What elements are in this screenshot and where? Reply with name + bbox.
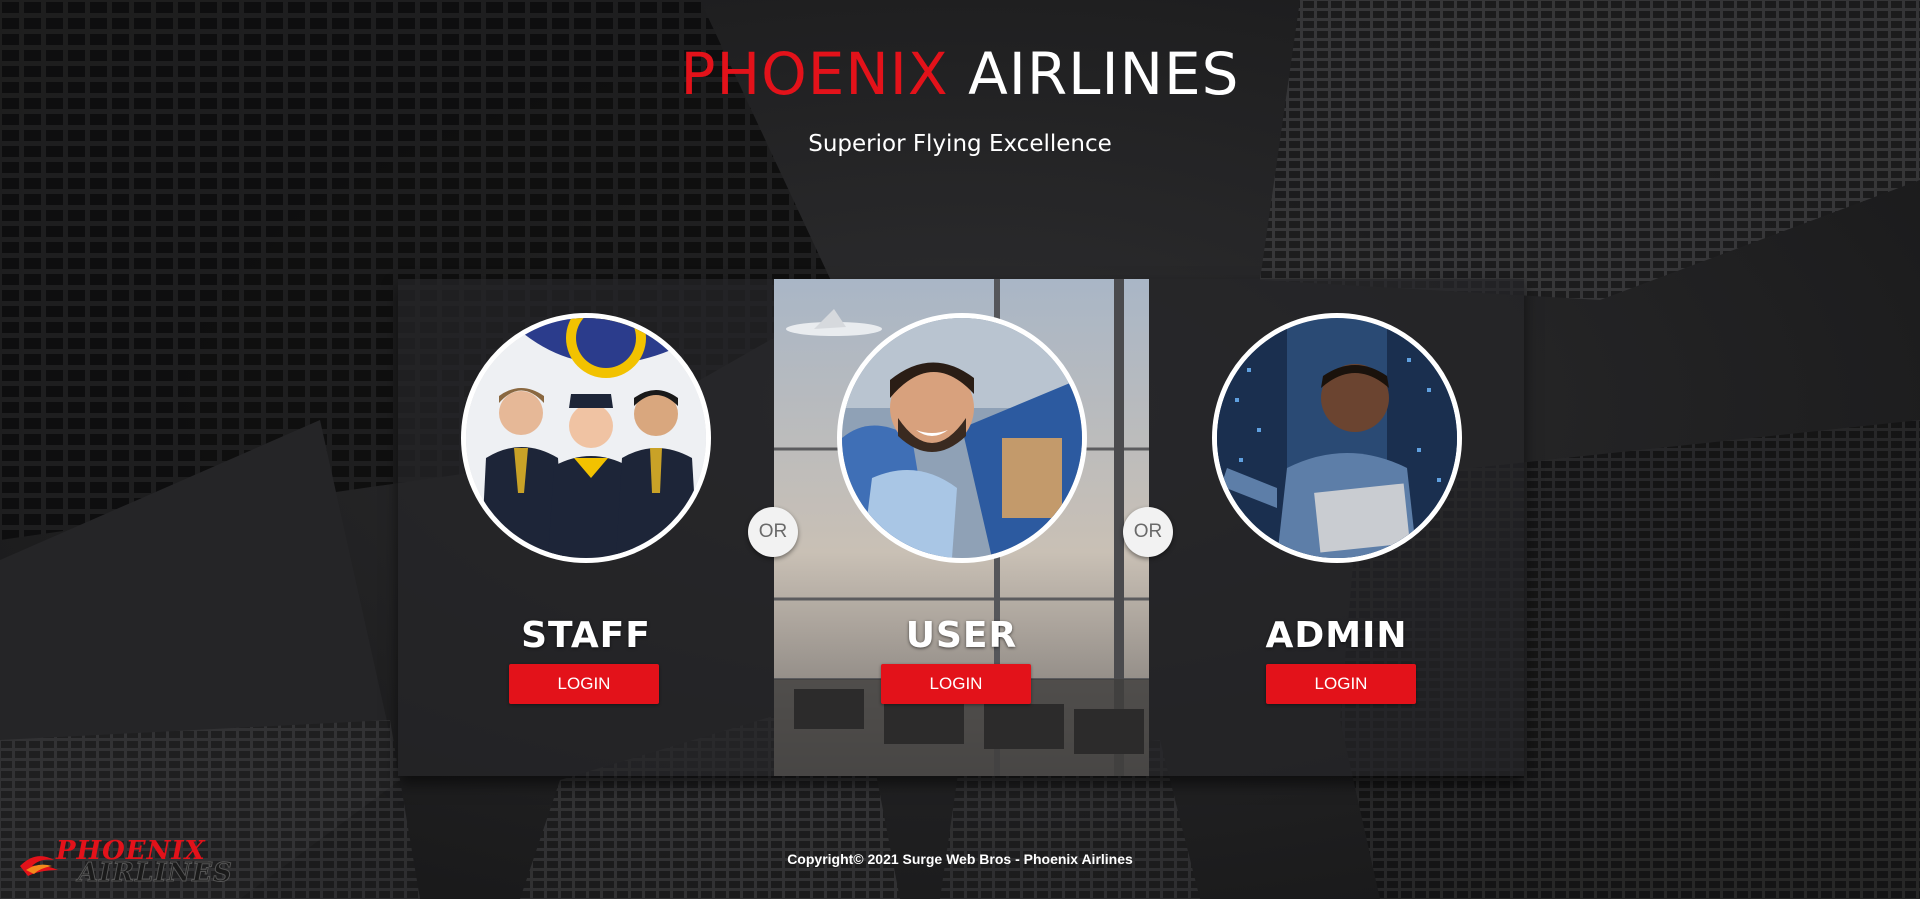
staff-role-title: STAFF — [521, 615, 651, 656]
user-login-button[interactable]: LOGIN — [881, 664, 1031, 704]
user-card: USER LOGIN — [774, 279, 1149, 776]
page-title: PHOENIX AIRLINES — [0, 40, 1920, 108]
tagline: Superior Flying Excellence — [808, 131, 1112, 157]
user-photo — [837, 313, 1087, 563]
admin-login-button[interactable]: LOGIN — [1266, 664, 1416, 704]
brand-secondary: AIRLINES — [968, 40, 1240, 108]
login-panel: STAFF LOGIN USER LOGIN ADMIN LOGIN — [398, 279, 1524, 776]
phoenix-logo[interactable]: PHOENIX AIRLINES — [18, 836, 232, 892]
admin-photo — [1212, 313, 1462, 563]
admin-card: ADMIN LOGIN — [1149, 279, 1524, 776]
staff-card: STAFF LOGIN — [398, 279, 774, 776]
brand-primary: PHOENIX — [680, 40, 949, 108]
staff-photo — [461, 313, 711, 563]
footer-copyright: Copyright© 2021 Surge Web Bros - Phoenix… — [787, 851, 1133, 867]
or-separator: OR — [1123, 507, 1173, 557]
user-role-title: USER — [905, 615, 1018, 656]
or-separator: OR — [748, 507, 798, 557]
admin-role-title: ADMIN — [1265, 615, 1408, 656]
staff-login-button[interactable]: LOGIN — [509, 664, 659, 704]
logo-line2: AIRLINES — [78, 858, 233, 889]
